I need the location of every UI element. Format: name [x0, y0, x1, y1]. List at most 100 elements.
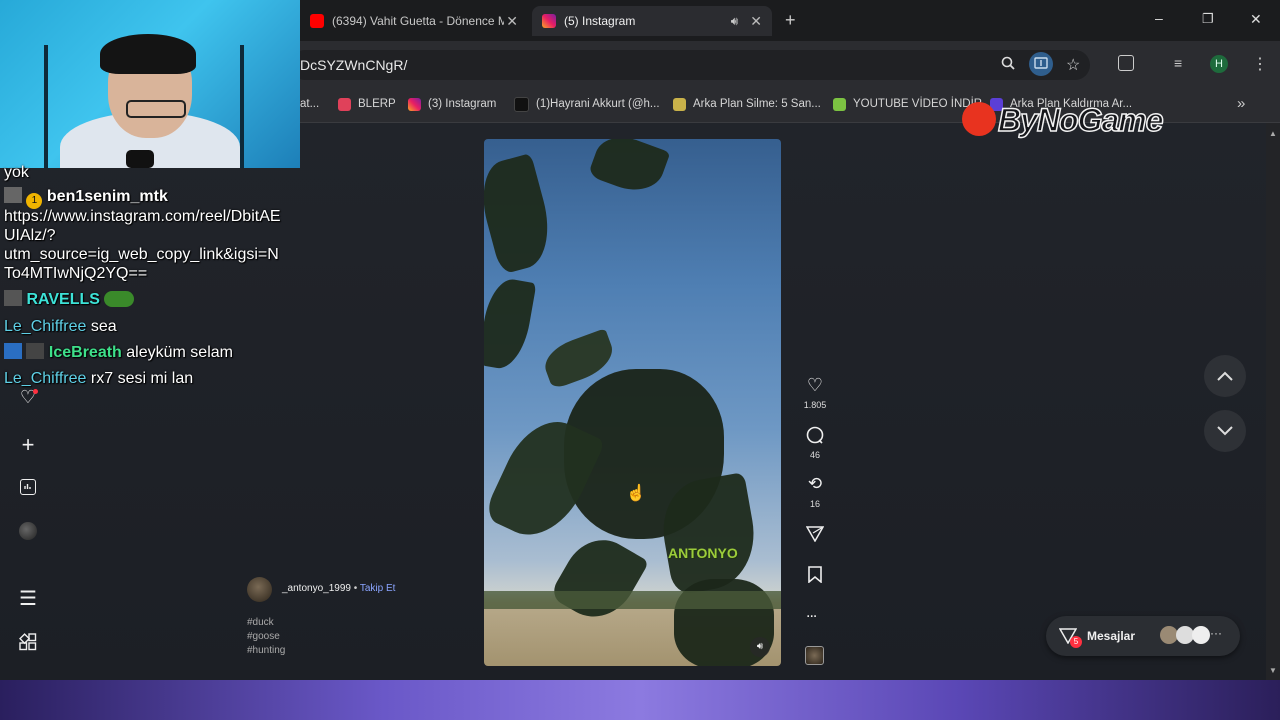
more-icon: ··· — [1210, 626, 1222, 640]
chat-username[interactable]: Le_Chiffree — [4, 318, 86, 335]
like-heart-icon[interactable]: ♡ — [805, 375, 825, 396]
author-line: _antonyo_1999 • Takip Et — [282, 583, 395, 594]
user-badge-icon — [26, 343, 45, 359]
media-controls-icon[interactable]: ≡ — [1174, 55, 1182, 71]
create-plus-icon[interactable]: + — [18, 432, 38, 458]
chat-message: Le_Chiffree sea — [4, 317, 117, 336]
chat-username[interactable]: RAVELLS — [26, 291, 99, 308]
audio-thumbnail[interactable] — [805, 646, 824, 665]
close-window-button[interactable]: ✕ — [1250, 11, 1262, 28]
bookmark-icon — [673, 97, 686, 111]
bookmark-item[interactable]: Arka Plan Silme: 5 San... — [673, 96, 821, 112]
bookmarks-overflow-button[interactable]: » — [1237, 95, 1245, 112]
chat-username[interactable]: Le_Chiffree — [4, 370, 86, 387]
hashtag-list: #duck #goose #hunting — [247, 616, 285, 658]
pepe-emote-icon — [104, 291, 135, 307]
user-badge-icon — [4, 343, 22, 359]
tab-instagram[interactable]: (5) Instagram 🔊︎ ✕ — [532, 6, 772, 36]
hashtag[interactable]: #goose — [247, 630, 285, 644]
light-stand — [240, 45, 244, 168]
messages-button[interactable]: 5 Mesajlar ··· — [1046, 616, 1240, 656]
extensions-icon[interactable] — [1118, 55, 1134, 71]
chat-message-text: aleyküm selam — [126, 344, 233, 361]
blerp-icon — [338, 97, 351, 111]
bookmark-item[interactable]: BLERP — [338, 96, 396, 112]
tab-youtube[interactable]: (6394) Vahit Guetta - Dönence Mi ✕ — [300, 6, 528, 36]
new-tab-button[interactable]: + — [785, 10, 796, 31]
bookmark-item[interactable]: (1)Hayrani Akkurt (@h... — [514, 96, 660, 112]
comment-icon[interactable] — [806, 426, 824, 449]
instagram-icon — [542, 14, 556, 28]
leaf — [587, 139, 671, 200]
chat-message-text: rx7 sesi mi lan — [90, 370, 194, 387]
speaker-icon[interactable]: 🔊︎ — [731, 14, 739, 29]
save-bookmark-icon[interactable] — [808, 566, 822, 588]
leaf — [484, 153, 560, 275]
hashtag[interactable]: #duck — [247, 616, 285, 630]
hashtag[interactable]: #hunting — [247, 644, 285, 658]
user-badge-icon — [4, 187, 22, 203]
previous-reel-button[interactable] — [1204, 355, 1246, 397]
video-watermark: ANTONYO — [668, 545, 738, 561]
treeline — [484, 591, 781, 609]
mouse-cursor-icon: ☝ — [626, 485, 646, 502]
chat-username[interactable]: ben1senim_mtk — [47, 188, 168, 205]
chat-message: IceBreath aleyküm selam — [4, 343, 233, 362]
volume-icon[interactable]: 🔊︎ — [750, 637, 770, 657]
separator: • — [353, 583, 358, 594]
notifications-heart-icon[interactable]: ♡ — [18, 387, 38, 408]
bookmark-item[interactable]: YOUTUBE VİDEO İNDİR — [833, 96, 982, 112]
bookmark-item[interactable]: at... — [300, 96, 319, 112]
light-stand — [44, 45, 48, 168]
minimize-button[interactable]: – — [1155, 10, 1163, 26]
streamer-hair — [100, 34, 196, 74]
repost-icon[interactable]: ⟲ — [805, 474, 825, 494]
chat-username[interactable]: IceBreath — [49, 344, 122, 361]
chat-message: RAVELLS — [4, 290, 135, 309]
address-bar[interactable]: DcSYZWnCNgR/ — [290, 50, 1090, 80]
sponsor-logo: ByNoGame — [997, 101, 1164, 139]
page-scrollbar[interactable]: ▲ ▼ — [1266, 123, 1280, 680]
follow-button[interactable]: Takip Et — [360, 583, 396, 594]
menu-icon[interactable]: ⋮ — [1252, 54, 1268, 74]
close-icon[interactable]: ✕ — [750, 13, 762, 30]
download-arrow-icon — [833, 97, 846, 111]
youtube-icon — [310, 14, 324, 28]
avatar — [1192, 626, 1210, 644]
reel-video[interactable]: ANTONYO 🔊︎ ☝ — [484, 139, 781, 666]
comment-count: 46 — [809, 450, 820, 460]
leaf — [484, 275, 537, 373]
repost-count: 16 — [809, 499, 820, 509]
chat-message-text: https://www.instagram.com/reel/DbitAE — [4, 208, 281, 225]
messages-badge: 5 — [1070, 636, 1082, 648]
bookmark-star-icon[interactable]: ☆ — [1066, 55, 1080, 75]
webcam-overlay — [0, 0, 300, 168]
chat-message-text: To4MTIwNjQ2YQ== — [4, 265, 148, 282]
chat-message: 1 ben1senim_mtk — [4, 187, 168, 209]
more-options-icon[interactable]: ... — [806, 604, 817, 622]
messages-label: Mesajlar — [1087, 629, 1136, 643]
author-avatar[interactable] — [247, 577, 272, 602]
zoom-icon[interactable] — [1001, 56, 1015, 70]
next-reel-button[interactable] — [1204, 410, 1246, 452]
chat-message-text: utm_source=ig_web_copy_link&igsi=N — [4, 246, 279, 263]
bookmark-item[interactable]: (3) Instagram — [408, 96, 496, 112]
profile-avatar[interactable] — [19, 522, 37, 540]
instagram-icon — [408, 97, 421, 111]
user-badge-icon — [4, 290, 22, 306]
chat-message-text: UIAlz/? — [4, 227, 56, 244]
threads-grid-icon[interactable] — [19, 633, 37, 651]
share-send-icon[interactable] — [805, 526, 825, 547]
tab-title: (6394) Vahit Guetta - Dönence Mi — [332, 14, 504, 28]
chat-message: Le_Chiffree rx7 sesi mi lan — [4, 369, 193, 388]
dashboard-icon[interactable] — [20, 479, 36, 495]
close-icon[interactable]: ✕ — [506, 13, 518, 30]
author-username[interactable]: _antonyo_1999 — [282, 583, 351, 594]
maximize-button[interactable]: ❐ — [1202, 11, 1214, 27]
chat-truncated-line: yok — [4, 164, 29, 181]
stream-bottom-banner — [0, 680, 1280, 720]
install-app-icon[interactable] — [1029, 52, 1053, 76]
profile-avatar[interactable]: H — [1210, 55, 1228, 73]
microphone — [126, 150, 154, 168]
more-menu-icon[interactable]: ☰ — [18, 586, 38, 611]
